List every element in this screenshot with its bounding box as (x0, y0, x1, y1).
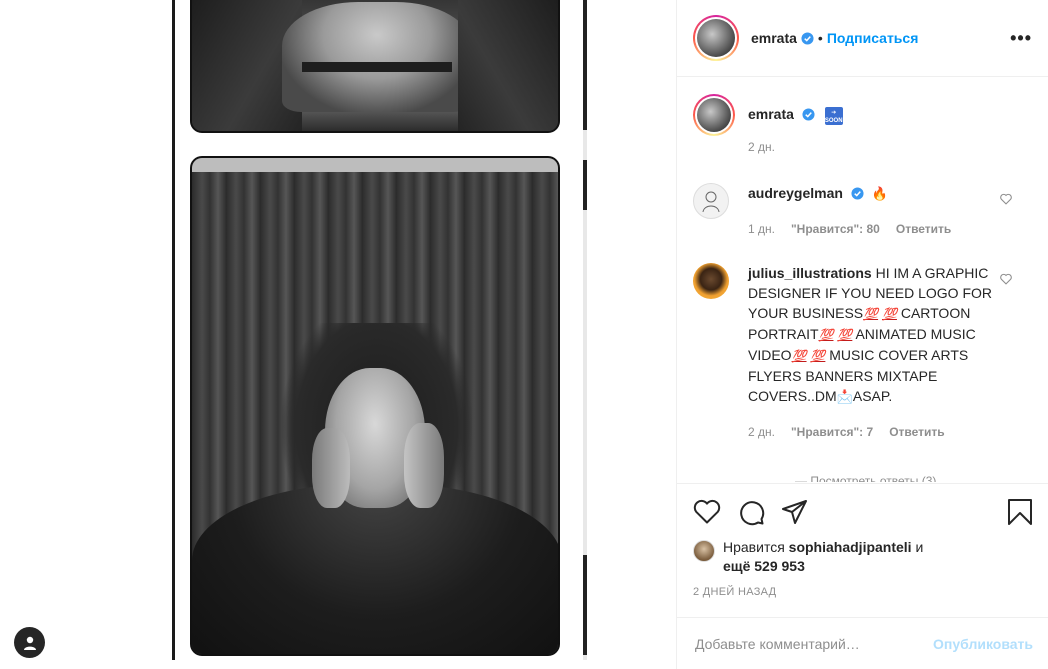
add-comment-bar: Добавьте комментарий… Опубликовать (677, 617, 1048, 669)
caption-time[interactable]: 2 дн. (748, 137, 775, 157)
reply-button[interactable]: Ответить (889, 422, 944, 442)
caption: emrata ➔ SOON 2 дн. (693, 94, 1033, 157)
comment-icon[interactable] (737, 498, 765, 526)
photo-booth-frame-portrait (190, 156, 560, 656)
bookmark-icon[interactable] (1007, 498, 1033, 526)
comment-likes[interactable]: "Нравится": 80 (791, 219, 880, 239)
post-date[interactable]: 2 ДНЕЙ НАЗАД (693, 586, 1033, 598)
film-strip-tick (583, 0, 587, 130)
author-username[interactable]: emrata (751, 30, 797, 46)
comment-text: 🔥 (871, 187, 888, 202)
comments-list[interactable]: emrata ➔ SOON 2 дн. audreygelman 🔥 1 дн.… (677, 78, 1048, 482)
user-icon-glyph (23, 636, 36, 650)
comment-time[interactable]: 2 дн. (748, 422, 775, 442)
verified-badge-icon (802, 108, 815, 121)
comment-item: audreygelman 🔥 1 дн. "Нравится": 80 Отве… (693, 183, 1033, 239)
post-photo[interactable] (0, 0, 676, 669)
user-icon[interactable] (14, 627, 45, 658)
publish-button[interactable]: Опубликовать (933, 636, 1033, 652)
comment-time[interactable]: 1 дн. (748, 219, 775, 239)
comment-heart-icon[interactable] (999, 193, 1013, 205)
commenter-avatar[interactable] (693, 183, 729, 219)
likes-count[interactable]: ещё 529 953 (723, 558, 805, 574)
more-options-icon[interactable]: ••• (1010, 28, 1032, 49)
film-strip-right-edge (583, 0, 587, 660)
liker-username[interactable]: sophiahadjipanteli (789, 539, 912, 555)
commenter-avatar[interactable] (693, 263, 729, 299)
like-heart-icon[interactable] (693, 499, 721, 525)
comment-heart-icon[interactable] (999, 273, 1013, 285)
comment-likes[interactable]: "Нравится": 7 (791, 422, 873, 442)
commenter-username[interactable]: audreygelman (748, 185, 843, 201)
hundred-emoji: 💯 (810, 349, 826, 363)
soon-icon-text: SOON (824, 118, 843, 124)
post-actions: Нравится sophiahadjipanteli и ещё 529 95… (677, 483, 1048, 598)
comment-item: julius_illustrations HI IM A GRAPHIC DES… (693, 263, 1033, 442)
author-avatar[interactable] (693, 15, 739, 61)
likes-prefix: Нравится (723, 539, 785, 555)
verified-badge-icon (851, 187, 864, 200)
separator-dot: • (817, 30, 823, 46)
hundred-emoji: 💯 (863, 307, 879, 321)
likes-summary: Нравится sophiahadjipanteli и ещё 529 95… (693, 538, 1033, 576)
hundred-emoji: 💯 (791, 349, 807, 363)
comment-input[interactable]: Добавьте комментарий… (695, 636, 860, 652)
likes-conjunction: и (915, 539, 924, 555)
share-icon[interactable] (781, 499, 809, 525)
follow-button[interactable]: Подписаться (827, 30, 919, 46)
hundred-emoji: 💯 (818, 328, 834, 342)
film-strip-edge (172, 0, 175, 660)
soon-arrow-icon: ➔ SOON (824, 107, 843, 125)
view-replies-link[interactable]: — Посмотреть ответы (3) (795, 474, 936, 482)
post-header: emrata • Подписаться ••• (677, 0, 1048, 77)
verified-badge-icon (801, 31, 814, 45)
photo-booth-frame-top (190, 0, 560, 133)
reply-button[interactable]: Ответить (896, 219, 951, 239)
film-strip-tick (583, 160, 587, 210)
commenter-username[interactable]: julius_illustrations (748, 265, 872, 281)
caption-author-username[interactable]: emrata (748, 106, 794, 122)
hundred-emoji: 💯 (837, 328, 853, 342)
caption-author-avatar[interactable] (693, 94, 735, 136)
hundred-emoji: 💯 (881, 307, 897, 321)
comment-text: HI IM A GRAPHIC DESIGNER IF YOU NEED LOG… (748, 265, 992, 405)
liker-avatar[interactable] (693, 540, 715, 562)
sketch-avatar-icon (702, 191, 720, 213)
envelope-emoji: 📩 (836, 390, 853, 405)
film-strip-tick (583, 555, 587, 655)
post-side-panel: emrata • Подписаться ••• emrata ➔ SOON 2… (676, 0, 1048, 669)
